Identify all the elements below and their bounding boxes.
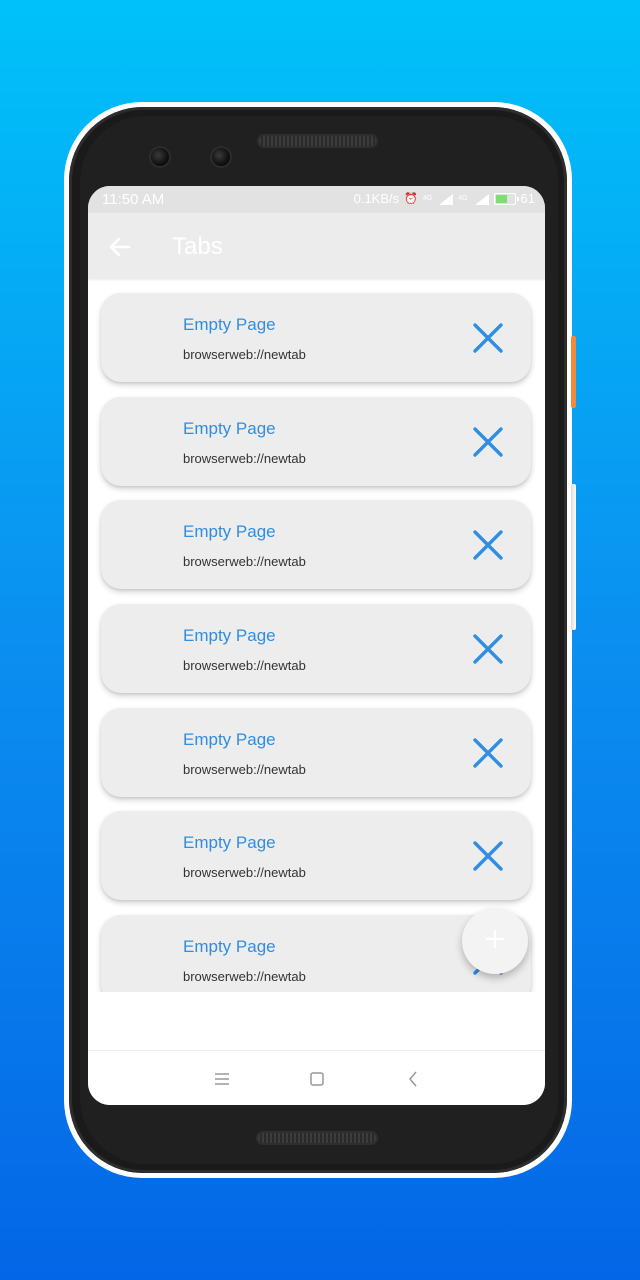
tab-list: Empty Page browserweb://newtab Empty Pag… [88,279,545,992]
status-time: 11:50 AM [102,191,165,208]
tab-title: Empty Page [183,730,276,749]
close-icon[interactable] [471,736,505,770]
battery-percent: 61 [520,191,535,206]
phone-screen: 11:50 AM 0.1KB/s ⏰ 4G 4G 61 Tabs Empty P… [88,186,545,1105]
tab-title: Empty Page [183,315,276,334]
close-icon[interactable] [471,321,505,355]
net-speed: 0.1KB/s [353,191,400,206]
tab-card[interactable]: Empty Page browserweb://newtab [101,500,531,589]
menu-icon[interactable] [212,1069,232,1089]
battery-icon [493,192,519,205]
system-nav-bar [88,1050,545,1105]
tab-title: Empty Page [183,833,276,852]
tab-card[interactable]: Empty Page browserweb://newtab [101,293,531,382]
tab-title: Empty Page [183,419,276,438]
tab-url: browserweb://newtab [183,451,306,466]
plus-icon [484,928,506,955]
close-icon[interactable] [471,632,505,666]
new-tab-button[interactable] [462,908,528,974]
app-bar: Tabs [88,213,545,279]
tab-url: browserweb://newtab [183,554,306,569]
tab-url: browserweb://newtab [183,347,306,362]
close-icon[interactable] [471,425,505,459]
network-label-2: 4G [458,195,468,202]
tab-card[interactable]: Empty Page browserweb://newtab [101,604,531,693]
signal-icon [437,193,454,205]
volume-button [571,484,576,630]
close-icon[interactable] [471,839,505,873]
tab-card[interactable]: Empty Page browserweb://newtab [101,708,531,797]
tab-card[interactable]: Empty Page browserweb://newtab [101,811,531,900]
tab-url: browserweb://newtab [183,865,306,880]
front-camera-right [212,148,230,166]
power-button [571,336,576,408]
home-square-icon[interactable] [307,1069,327,1089]
tab-card[interactable]: Empty Page browserweb://newtab [101,397,531,486]
tab-title: Empty Page [183,937,276,956]
alarm-icon: ⏰ [404,193,418,205]
tab-title: Empty Page [183,522,276,541]
earpiece-speaker [259,136,376,146]
status-bar: 11:50 AM 0.1KB/s ⏰ 4G 4G 61 [88,186,545,213]
network-label-1: 4G [422,195,433,202]
status-indicators: 0.1KB/s ⏰ 4G 4G 61 [354,191,535,206]
back-chevron-icon[interactable] [404,1069,424,1089]
arrow-left-icon[interactable] [106,233,134,261]
signal-icon-2 [473,193,489,205]
tab-url: browserweb://newtab [183,762,306,777]
tab-title: Empty Page [183,626,276,645]
bottom-speaker [258,1133,376,1143]
tab-url: browserweb://newtab [183,658,306,673]
tab-url: browserweb://newtab [183,969,306,984]
close-icon[interactable] [471,528,505,562]
front-camera-left [151,148,169,166]
page-title: Tabs [172,233,223,260]
